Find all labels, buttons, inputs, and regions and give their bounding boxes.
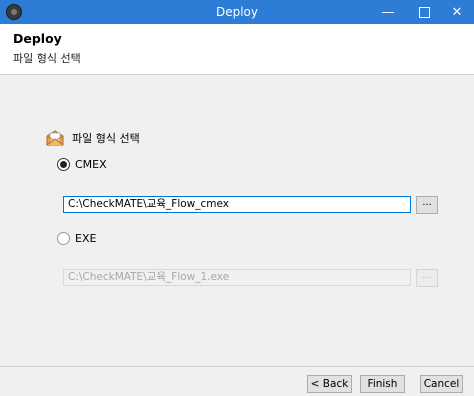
page-subtitle: 파일 형식 선택 <box>13 52 81 65</box>
footer-divider <box>0 366 474 367</box>
cmex-option[interactable]: CMEX <box>57 156 107 172</box>
maximize-button[interactable] <box>407 0 441 24</box>
section-label: 파일 형식 선택 <box>72 132 140 145</box>
wizard-header: Deploy 파일 형식 선택 <box>0 24 474 75</box>
cmex-path-input[interactable]: C:\CheckMATE\교육_Flow_cmex <box>63 196 411 213</box>
title-bar: Deploy — ✕ <box>0 0 474 24</box>
exe-label: EXE <box>75 231 97 245</box>
maximize-icon <box>418 6 430 18</box>
close-button[interactable]: ✕ <box>440 0 474 24</box>
cmex-browse-button[interactable]: ... <box>416 196 438 214</box>
cmex-label: CMEX <box>75 157 107 171</box>
minimize-button[interactable]: — <box>371 0 405 24</box>
cancel-button[interactable]: Cancel <box>420 375 463 393</box>
exe-option[interactable]: EXE <box>57 230 96 246</box>
file-type-section-header: 파일 형식 선택 <box>46 128 140 148</box>
page-title: Deploy <box>13 31 62 46</box>
cmex-radio[interactable] <box>57 157 70 171</box>
exe-radio[interactable] <box>57 231 70 245</box>
back-button[interactable]: < Back <box>307 375 352 393</box>
folder-envelope-icon <box>46 129 64 147</box>
exe-browse-button[interactable]: ... <box>416 269 438 287</box>
exe-path-input[interactable]: C:\CheckMATE\교육_Flow_1.exe <box>63 269 411 286</box>
finish-button[interactable]: Finish <box>360 375 405 393</box>
